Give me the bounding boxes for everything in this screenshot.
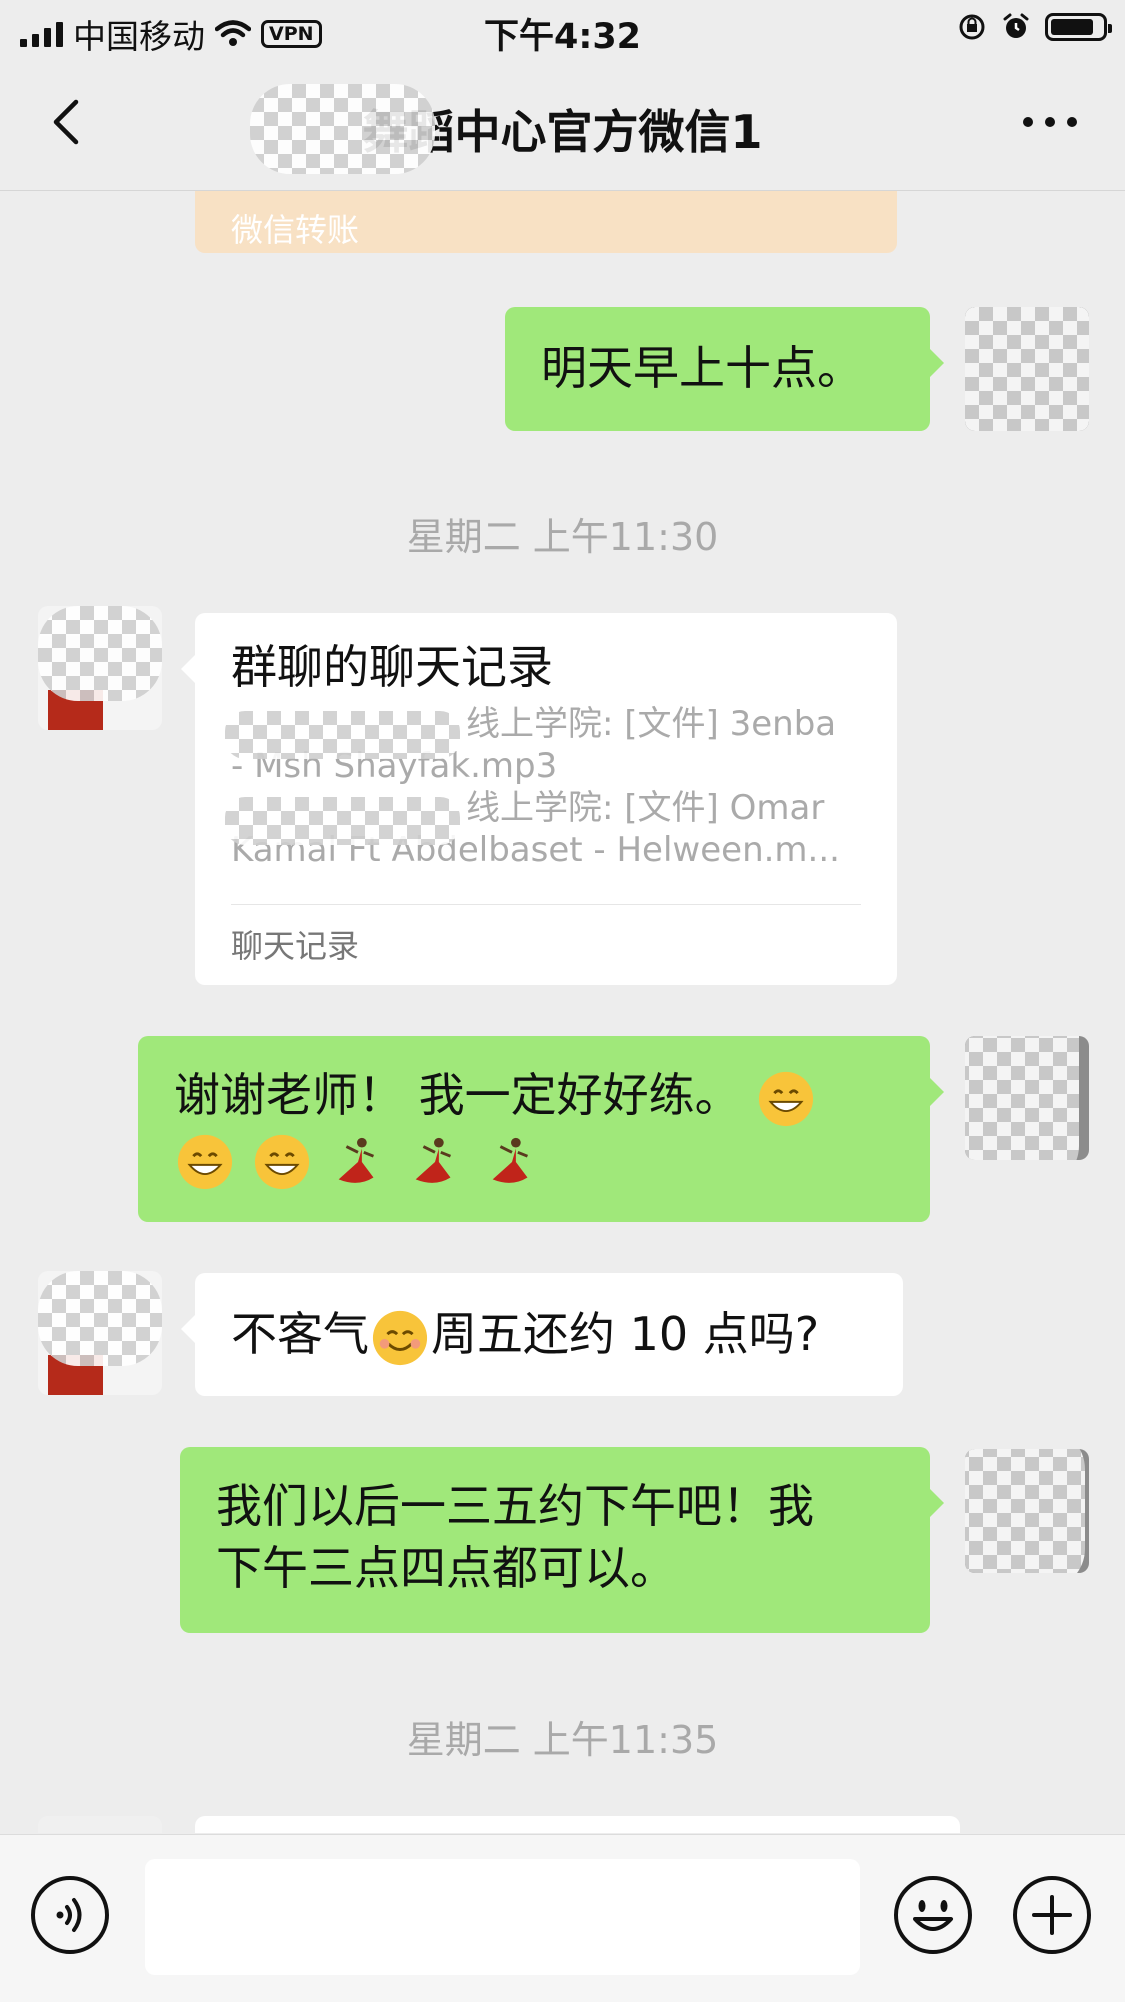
chat-record-card[interactable]: 群聊的聊天记录 线上学院: [文件] 3enba - Msh Shayfak.m…	[181, 613, 897, 985]
voice-button[interactable]	[30, 1875, 110, 1955]
dancer-emoji-icon	[338, 1137, 375, 1183]
emoji-button[interactable]	[893, 1875, 973, 1955]
message-text: 明天早上十点。	[541, 341, 863, 395]
more-dots-icon[interactable]	[1015, 92, 1085, 152]
chat-area[interactable]: 微信转账 明天早上十点。 星期二 上午11:30 群聊的聊天记录 线上学院: […	[0, 191, 1125, 1833]
message-text: 不客气	[231, 1307, 369, 1361]
battery-icon	[1045, 13, 1112, 41]
message-bubble[interactable]: 我们以后一三五约下午吧！我 下午三点四点都可以。	[180, 1447, 944, 1633]
contact-avatar[interactable]	[38, 606, 162, 730]
my-avatar[interactable]	[965, 307, 1089, 431]
smile-emoji-icon	[372, 1310, 428, 1365]
message-text: 我们以后一三五约下午吧！我	[216, 1479, 814, 1533]
redacted-name	[250, 84, 435, 174]
plus-button[interactable]	[1012, 1875, 1092, 1955]
status-bar: 中国移动 VPN 下午4:32	[0, 0, 1125, 62]
input-bar	[0, 1834, 1125, 2002]
message-text: 周五还约 10 点吗?	[431, 1307, 820, 1361]
nav-bar: 舞蹈中心官方微信1	[0, 62, 1125, 191]
redacted-sender	[225, 797, 460, 845]
message-text: 谢谢老师！ 我一定好好练。	[174, 1068, 741, 1122]
contact-avatar[interactable]	[38, 1271, 162, 1395]
dancer-emoji-icon	[415, 1137, 451, 1183]
message-bubble[interactable]: 不客气 周五还约 10 点吗?	[181, 1273, 903, 1396]
transfer-card[interactable]: 微信转账	[195, 191, 897, 253]
redacted-sender	[225, 711, 460, 759]
chat-record-footer: 聊天记录	[231, 904, 861, 977]
chat-title: 舞蹈中心官方微信1	[362, 105, 763, 159]
orientation-lock-icon	[959, 14, 985, 40]
my-avatar[interactable]	[965, 1449, 1089, 1573]
alarm-icon	[1003, 13, 1029, 38]
contact-avatar[interactable]	[38, 1816, 162, 1833]
grin-emoji-icon	[254, 1134, 309, 1190]
transfer-label: 微信转账	[231, 211, 360, 249]
message-input[interactable]	[145, 1859, 860, 1975]
grin-emoji-icon	[759, 1071, 814, 1126]
my-avatar[interactable]	[965, 1036, 1089, 1160]
timestamp: 星期二 上午11:30	[406, 515, 719, 559]
message-bubble[interactable]: 明天早上十点。	[505, 307, 944, 431]
chat-record-title: 群聊的聊天记录	[231, 640, 553, 694]
timestamp: 星期二 上午11:35	[406, 1718, 719, 1762]
dancer-emoji-icon	[492, 1137, 528, 1183]
grin-emoji-icon	[177, 1134, 233, 1190]
message-bubble[interactable]: 谢谢老师！ 我一定好好练。	[138, 1036, 944, 1222]
message-text: 下午三点四点都可以。	[216, 1541, 676, 1595]
message-bubble[interactable]	[195, 1816, 960, 1833]
